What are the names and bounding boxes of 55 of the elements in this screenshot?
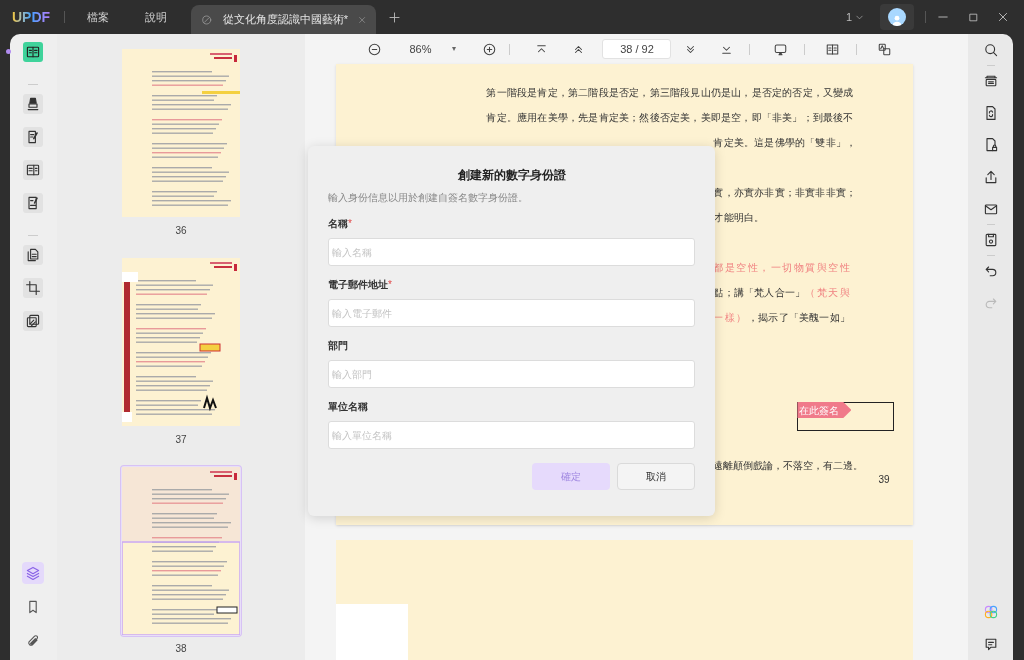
text-line: 實，亦實亦非實；非實非非實； (713, 186, 857, 200)
text-line: 肯定美。這是佛學的「雙非」， (713, 136, 857, 150)
window-count-button[interactable]: 1 (845, 8, 864, 26)
person-icon (891, 14, 903, 26)
page-thumbnail[interactable] (121, 466, 242, 636)
document-tab[interactable]: 從文化角度認識中國藝術* (191, 5, 377, 34)
tool-button[interactable] (23, 94, 44, 114)
field-label: 單位名稱 (328, 400, 369, 414)
text-line: 都是空性，一切物質與空性 (713, 261, 852, 275)
page-number: 37 (175, 433, 187, 447)
tool-button[interactable] (23, 311, 44, 331)
page-number: 39 (878, 473, 890, 487)
tool-button[interactable] (23, 245, 44, 265)
text-line: 第一階段是肯定，第二階段是否定，第三階段見山仍是山，是否定的否定，又變成 (486, 86, 854, 100)
zoom-out-icon[interactable] (367, 41, 383, 57)
dialog-title: 創建新的數字身份證 (456, 167, 567, 184)
presentation-icon[interactable] (773, 41, 789, 57)
crop-icon (25, 280, 42, 296)
layers-icon (25, 565, 42, 581)
page-number: 38 (175, 642, 187, 656)
text-line: 肯定。應用在美學，先是肯定美；然後否定美，美即是空，即「非美」；到最後不 (486, 111, 854, 125)
tab-title: 從文化角度認識中國藝術* (222, 12, 348, 28)
maximize-icon[interactable] (968, 11, 979, 23)
plus-icon[interactable] (388, 10, 402, 24)
organize-icon (25, 162, 42, 178)
menu-item[interactable]: 說明 (145, 8, 168, 26)
cancel-button[interactable]: 取消 (617, 463, 695, 490)
dialog-subtitle: 輸入身份信息以用於創建自簽名數字身份證。 (328, 191, 529, 205)
close-icon[interactable] (997, 11, 1009, 23)
tool-button[interactable] (23, 42, 44, 62)
watermark-icon (25, 313, 42, 329)
zoom-dropdown[interactable]: ▾ (452, 43, 457, 55)
tool-button[interactable] (23, 278, 44, 298)
tool-button[interactable] (23, 160, 44, 180)
zoom-in-icon[interactable] (482, 41, 498, 57)
zoom-level: 86% (409, 41, 432, 57)
ocr-icon[interactable] (982, 73, 999, 89)
page-thumbnail[interactable] (121, 257, 242, 427)
tool-button[interactable] (23, 193, 44, 213)
menu-item[interactable]: 檔案 (87, 8, 110, 26)
sign-here-tag: 在此簽名 (797, 402, 852, 418)
field-label: 名稱* (328, 217, 353, 231)
panel-button[interactable] (22, 562, 45, 584)
page-thumbnail[interactable] (121, 48, 242, 218)
page-field[interactable]: 38 / 92 (602, 39, 672, 59)
reader-icon (25, 44, 42, 60)
tool-button[interactable] (23, 127, 44, 147)
account-button[interactable] (880, 4, 914, 30)
field-label: 部門 (328, 339, 349, 353)
search-icon[interactable] (982, 42, 999, 58)
mail-icon[interactable] (982, 201, 999, 217)
translate-icon[interactable] (877, 41, 893, 57)
page-number: 36 (175, 224, 187, 238)
reading-mode-icon[interactable] (825, 41, 841, 57)
field-label: 電子郵件地址* (328, 278, 393, 292)
